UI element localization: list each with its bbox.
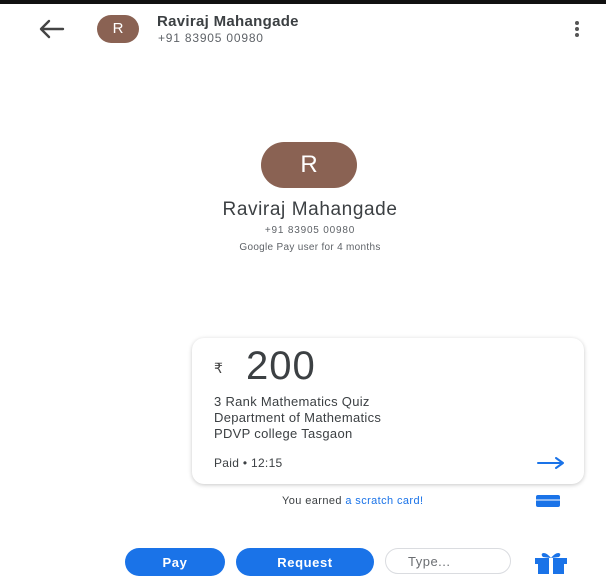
more-vertical-icon[interactable] — [570, 19, 584, 41]
payment-note-line: PDVP college Tasgaon — [214, 426, 353, 441]
scratch-card-message: You earned a scratch card! — [282, 495, 423, 507]
message-input[interactable] — [385, 548, 511, 574]
currency-symbol: ₹ — [214, 360, 223, 376]
scratch-card-prefix: You earned — [282, 495, 346, 507]
header-contact-name[interactable]: Raviraj Mahangade — [157, 13, 299, 30]
payment-note-line: 3 Rank Mathematics Quiz — [214, 394, 370, 409]
scratch-card-link[interactable]: a scratch card! — [345, 495, 423, 507]
payment-note: 3 Rank Mathematics Quiz Department of Ma… — [214, 394, 381, 442]
profile-avatar: R — [261, 142, 357, 188]
pay-button[interactable]: Pay — [125, 548, 225, 576]
payment-note-line: Department of Mathematics — [214, 410, 382, 425]
chat-header: R Raviraj Mahangade +91 83905 00980 — [0, 4, 606, 52]
arrow-right-icon[interactable] — [536, 456, 566, 470]
payment-amount: 200 — [246, 344, 316, 388]
header-avatar[interactable]: R — [97, 15, 139, 43]
scratch-card-icon[interactable] — [535, 494, 561, 508]
profile-phone: +91 83905 00980 — [264, 225, 356, 236]
payment-status: Paid • 12:15 — [214, 456, 283, 470]
profile-name: Raviraj Mahangade — [222, 199, 398, 220]
request-button[interactable]: Request — [236, 548, 374, 576]
payment-card[interactable]: ₹ 200 3 Rank Mathematics Quiz Department… — [192, 338, 584, 484]
gift-icon[interactable] — [531, 549, 571, 575]
arrow-left-icon[interactable] — [36, 17, 66, 41]
header-contact-phone: +91 83905 00980 — [158, 31, 264, 45]
profile-user-since: Google Pay user for 4 months — [239, 242, 381, 253]
